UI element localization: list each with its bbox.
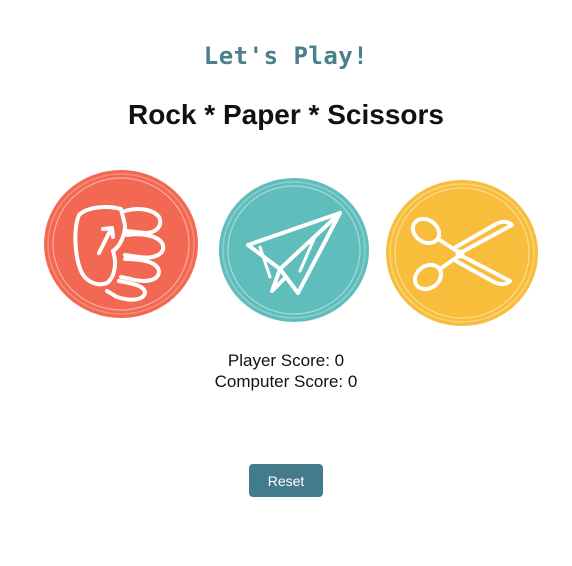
rock-button[interactable] [41,167,201,321]
game-page: Let's Play! Rock * Paper * Scissors Play… [0,0,572,566]
page-title: Rock * Paper * Scissors [128,99,444,130]
computer-score-label: Computer Score: [214,372,348,391]
paper-button[interactable] [216,175,372,325]
fist-icon [44,170,198,318]
player-score-label: Player Score: [227,351,335,370]
player-score-value: 0 [334,351,345,370]
reset-button[interactable]: Reset [249,464,323,497]
computer-score-value: 0 [347,372,358,391]
scissors-icon [386,180,538,326]
score-board: Player Score: 0 Computer Score: 0 [0,350,572,392]
computer-score: Computer Score: 0 [0,371,572,392]
paper-plane-icon [219,178,369,322]
lets-play-subtitle: Let's Play! [203,42,369,70]
scissors-button[interactable] [382,177,542,329]
player-score: Player Score: 0 [0,350,572,371]
